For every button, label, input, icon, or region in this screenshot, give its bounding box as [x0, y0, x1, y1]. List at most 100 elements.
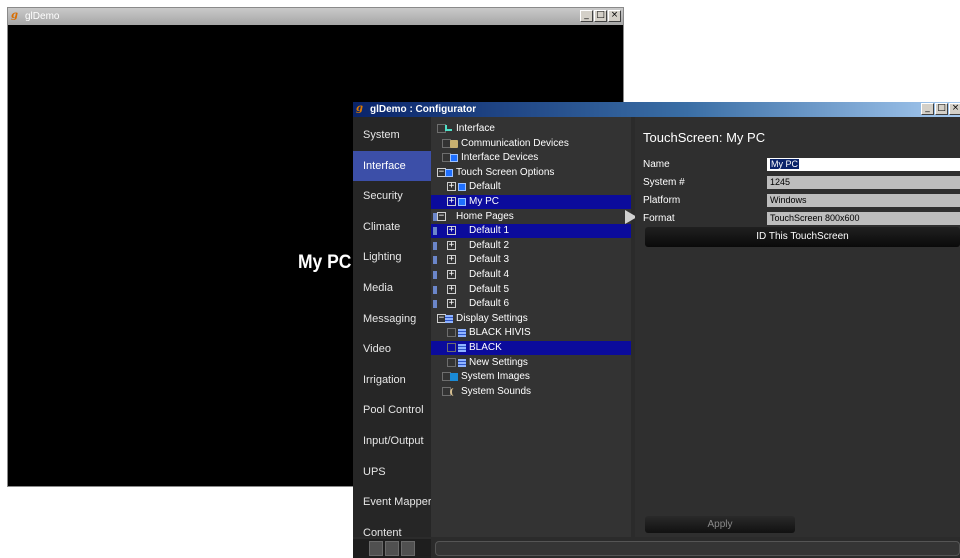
sidebar-item-climate[interactable]: Climate — [353, 212, 431, 242]
tree-item-label: My PC — [469, 196, 499, 207]
sidebar-item-event-mapper[interactable]: Event Mapper — [353, 487, 431, 517]
tree-item-label: New Settings — [469, 356, 528, 368]
sidebar-item-lighting[interactable]: Lighting — [353, 242, 431, 272]
system-number-label: System # — [643, 177, 685, 188]
platform-field[interactable]: Windows — [767, 194, 960, 207]
tree-item-default-5[interactable]: + Default 5 — [431, 283, 631, 297]
tree-item-label: Interface Devices — [461, 152, 539, 164]
tree-item-default-1[interactable]: + Default 1 — [431, 224, 631, 239]
app-logo-icon: g — [11, 10, 18, 21]
tree-item-interface[interactable]: Interface — [431, 122, 631, 136]
tree-item-default-6[interactable]: + Default 6 — [431, 297, 631, 311]
maximize-icon[interactable]: □ — [935, 103, 948, 115]
configurator-title: glDemo : Configurator — [370, 104, 477, 115]
tree-item-label: Display Settings — [456, 312, 528, 324]
minimize-icon[interactable]: _ — [580, 10, 593, 22]
expand-icon[interactable]: + — [447, 255, 456, 265]
tree-item-system-images[interactable]: System Images — [431, 370, 631, 384]
monitor-icon — [458, 198, 466, 206]
expand-icon[interactable]: + — [447, 226, 456, 236]
page-icon — [433, 271, 437, 279]
footer-square-button[interactable] — [401, 541, 415, 556]
page-icon — [433, 256, 437, 265]
tree-item-label: BLACK HIVIS — [469, 327, 531, 339]
sidebar-item-video[interactable]: Video — [353, 334, 431, 364]
checkbox[interactable] — [447, 328, 456, 338]
sidebar-item-security[interactable]: Security — [353, 181, 431, 211]
expand-icon[interactable]: + — [447, 197, 456, 206]
sidebar-item-interface[interactable]: Interface — [353, 150, 431, 181]
sound-icon — [450, 387, 460, 396]
demo-screen-label: My PC — [298, 252, 352, 273]
close-icon[interactable]: × — [949, 103, 960, 115]
sidebar-item-irrigation[interactable]: Irrigation — [353, 365, 431, 395]
sidebar-footer — [353, 539, 431, 558]
background-window-titlebar[interactable]: g glDemo _ □ × — [8, 8, 623, 25]
tree-item-label: System Sounds — [461, 385, 532, 397]
tree-item-system-sounds[interactable]: System Sounds — [431, 385, 631, 399]
minimize-icon[interactable]: _ — [921, 103, 934, 115]
tree-item-label: Default 2 — [469, 239, 510, 251]
tree-item-touch-screen-options[interactable]: − Touch Screen Options — [431, 166, 631, 180]
name-field[interactable]: My PC — [767, 158, 960, 171]
image-icon — [450, 373, 458, 382]
sidebar-item-ups[interactable]: UPS — [353, 457, 431, 487]
tree-item-my-pc[interactable]: + My PC — [431, 195, 631, 209]
close-icon[interactable]: × — [608, 10, 621, 22]
sidebar-item-pool-control[interactable]: Pool Control — [353, 395, 431, 425]
tree-item-home-pages[interactable]: − Home Pages — [431, 210, 631, 224]
tree-item-communication-devices[interactable]: Communication Devices — [431, 137, 631, 151]
checkbox[interactable] — [447, 343, 456, 352]
display-settings-icon — [445, 314, 453, 323]
maximize-icon[interactable]: □ — [594, 10, 607, 22]
tree-item-default-4[interactable]: + Default 4 — [431, 268, 631, 282]
platform-label: Platform — [643, 195, 681, 206]
expand-icon[interactable]: + — [447, 240, 456, 250]
tree-item-new-settings[interactable]: New Settings — [431, 356, 631, 370]
app-logo-icon: g — [356, 103, 363, 114]
display-settings-icon — [458, 358, 466, 367]
monitor-icon — [450, 154, 458, 163]
details-panel: TouchScreen: My PC Name My PC System # 1… — [635, 117, 960, 537]
expand-icon[interactable]: + — [447, 270, 456, 279]
tree-item-label: Default 6 — [469, 298, 510, 310]
category-sidebar: System Interface Security Climate Lighting Me… — [353, 117, 431, 539]
apply-button[interactable]: Apply — [645, 516, 795, 533]
page-icon — [433, 212, 437, 221]
tree-item-default-2[interactable]: + Default 2 — [431, 239, 631, 253]
tree-item-label: Home Pages — [456, 210, 514, 222]
status-bar — [431, 539, 960, 558]
status-field — [435, 541, 960, 556]
sidebar-item-messaging[interactable]: Messaging — [353, 304, 431, 334]
id-touchscreen-button[interactable]: ID This TouchScreen — [645, 227, 960, 247]
system-number-field[interactable]: 1245 — [767, 176, 960, 189]
sidebar-item-system[interactable]: System — [353, 120, 431, 150]
display-settings-icon — [458, 344, 466, 352]
checkbox[interactable] — [447, 357, 456, 367]
tree-item-label: Touch Screen Options — [456, 166, 555, 178]
name-value: My PC — [770, 159, 799, 169]
expand-icon[interactable]: + — [447, 284, 456, 294]
format-label: Format — [643, 213, 675, 224]
footer-square-button[interactable] — [369, 541, 383, 556]
sidebar-item-media[interactable]: Media — [353, 273, 431, 303]
expand-icon[interactable]: + — [447, 299, 456, 309]
expand-icon[interactable]: + — [447, 182, 456, 192]
format-field[interactable]: TouchScreen 800x600 — [767, 212, 960, 225]
tree-item-interface-devices[interactable]: Interface Devices — [431, 151, 631, 165]
footer-square-button[interactable] — [385, 541, 399, 556]
configurator-titlebar[interactable]: g glDemo : Configurator _ □ × — [353, 102, 960, 117]
tree-item-default-3[interactable]: + Default 3 — [431, 253, 631, 267]
tree-item-label: Default 1 — [469, 225, 510, 237]
tree-item-black[interactable]: BLACK — [431, 341, 631, 355]
page-icon — [433, 300, 437, 309]
sidebar-item-input-output[interactable]: Input/Output — [353, 426, 431, 456]
tree-item-label: System Images — [461, 371, 530, 383]
monitor-icon — [445, 168, 453, 177]
name-label: Name — [643, 159, 670, 170]
tree-item-default[interactable]: + Default — [431, 180, 631, 194]
collapse-icon[interactable]: − — [437, 211, 446, 221]
tree-item-label: Default 4 — [469, 269, 510, 280]
tree-item-black-hivis[interactable]: BLACK HIVIS — [431, 326, 631, 340]
tree-item-display-settings[interactable]: − Display Settings — [431, 312, 631, 326]
